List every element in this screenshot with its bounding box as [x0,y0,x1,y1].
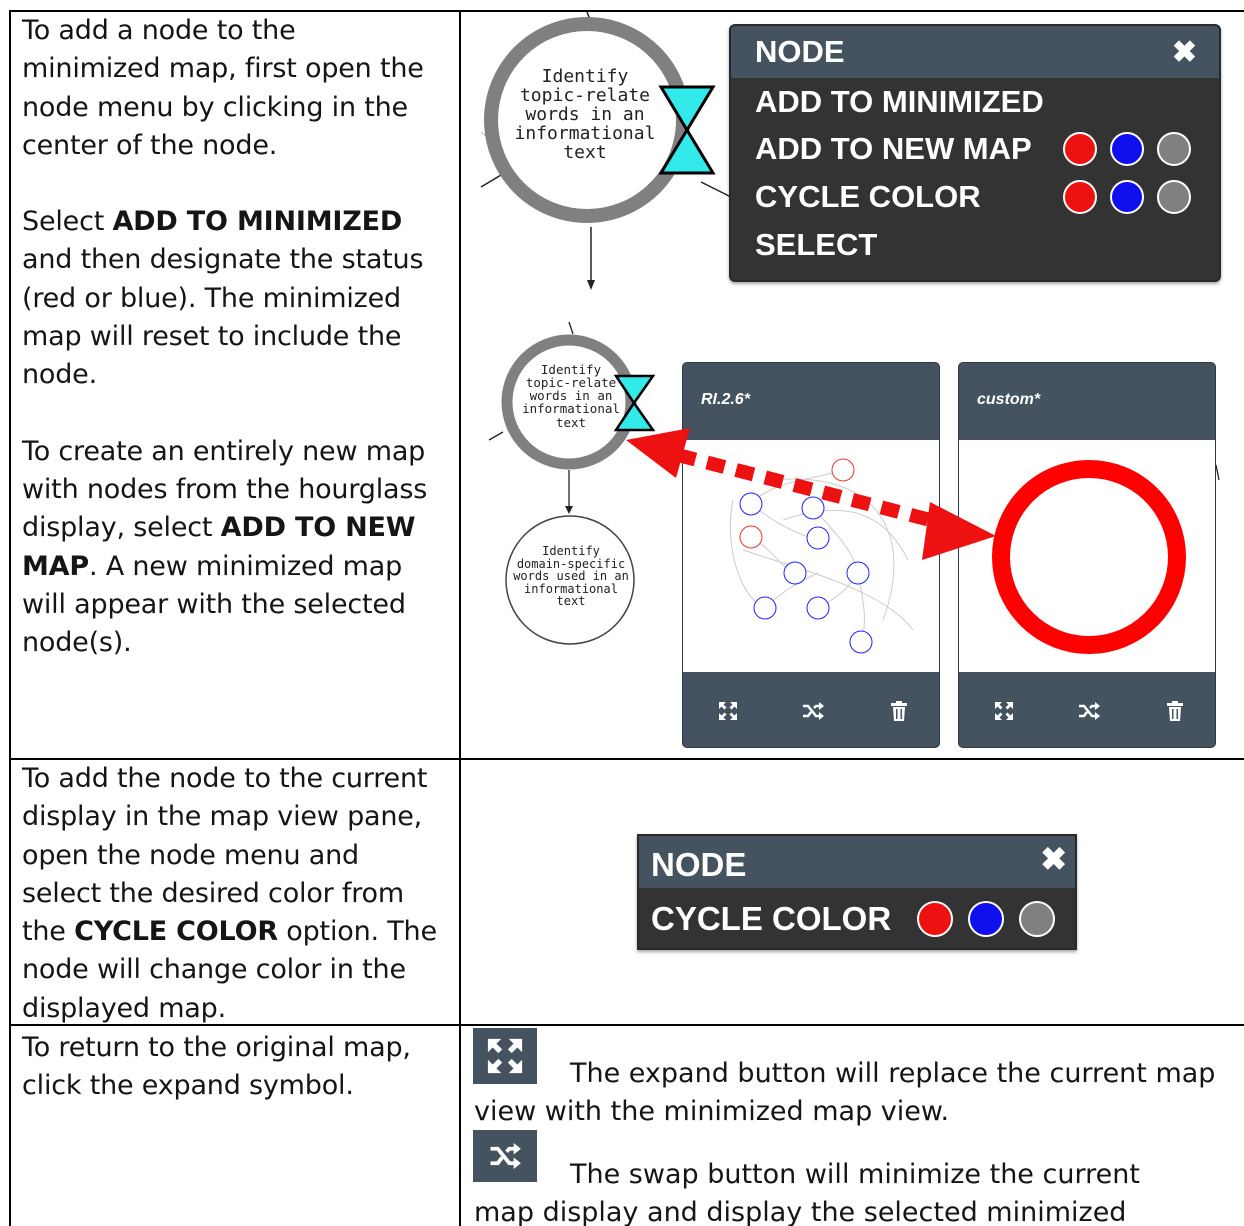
row2-instructions: To add the node to the current display i… [22,763,437,1024]
row1-paragraph-3: To create an entirely new map with nodes… [22,435,428,659]
shuffle-icon[interactable] [798,699,828,723]
red-color-dot[interactable] [1063,179,1097,214]
row1-paragraph-1: To add a node to the minimized map, firs… [22,15,424,161]
red-color-dot[interactable] [1063,131,1097,166]
blue-color-dot[interactable] [1110,179,1144,214]
close-icon[interactable]: ✖ [1040,836,1067,878]
shuffle-icon[interactable] [1074,699,1104,723]
node-menu-title: NODE [755,34,845,69]
red-color-dot[interactable] [917,901,953,937]
node-label-middle[interactable]: Identify topic-relate words in an inform… [510,363,632,429]
close-icon[interactable]: ✖ [1172,35,1197,70]
blue-color-dot[interactable] [968,901,1004,937]
blue-color-dot[interactable] [1110,131,1144,166]
menu-item-cycle-color[interactable]: CYCLE COLOR [639,888,1075,948]
node-label-bottom[interactable]: Identify domain-specific words used in a… [507,545,635,608]
swap-description: The swap button will minimize the curren… [474,1159,1140,1226]
gray-color-dot[interactable] [1157,179,1191,214]
trash-icon[interactable] [1160,699,1190,723]
expand-icon[interactable] [713,699,743,723]
gray-color-dot[interactable] [1019,901,1055,937]
row1-paragraph-2: Select ADD TO MINIMIZED and then designa… [22,206,424,391]
menu-item-cycle-color[interactable]: CYCLE COLOR [731,172,1219,221]
row3-instructions: To return to the original map, click the… [22,1032,411,1102]
trash-icon[interactable] [884,699,914,723]
node-label-top[interactable]: Identify topic-relate words in an inform… [505,68,665,162]
gray-color-dot[interactable] [1157,131,1191,166]
expand-description: The expand button will replace the curre… [474,1058,1216,1127]
node-menu-header: NODE ✖ [639,836,1075,888]
row1-instructions: To add a node to the minimized map, firs… [22,12,442,662]
double-arrow-annotation [626,428,996,560]
menu-item-add-to-minimized[interactable]: ADD TO MINIMIZED [731,78,1219,125]
mini-map-title: custom* [977,391,1041,408]
add-to-minimized-term: ADD TO MINIMIZED [112,206,403,238]
node-menu-title: NODE [651,846,747,883]
expand-icon[interactable] [989,699,1019,723]
table-border-left [9,10,11,1226]
node-menu-header: NODE ✖ [731,26,1219,78]
menu-item-add-to-new-map[interactable]: ADD TO NEW MAP [731,125,1219,172]
node-menu-small: NODE ✖ CYCLE COLOR [637,834,1077,950]
cycle-color-term: CYCLE COLOR [74,916,278,948]
menu-item-select[interactable]: SELECT [731,221,1219,269]
mini-map-title: RI.2.6* [701,391,750,408]
node-menu-full: NODE ✖ ADD TO MINIMIZED ADD TO NEW MAP C… [729,24,1221,282]
